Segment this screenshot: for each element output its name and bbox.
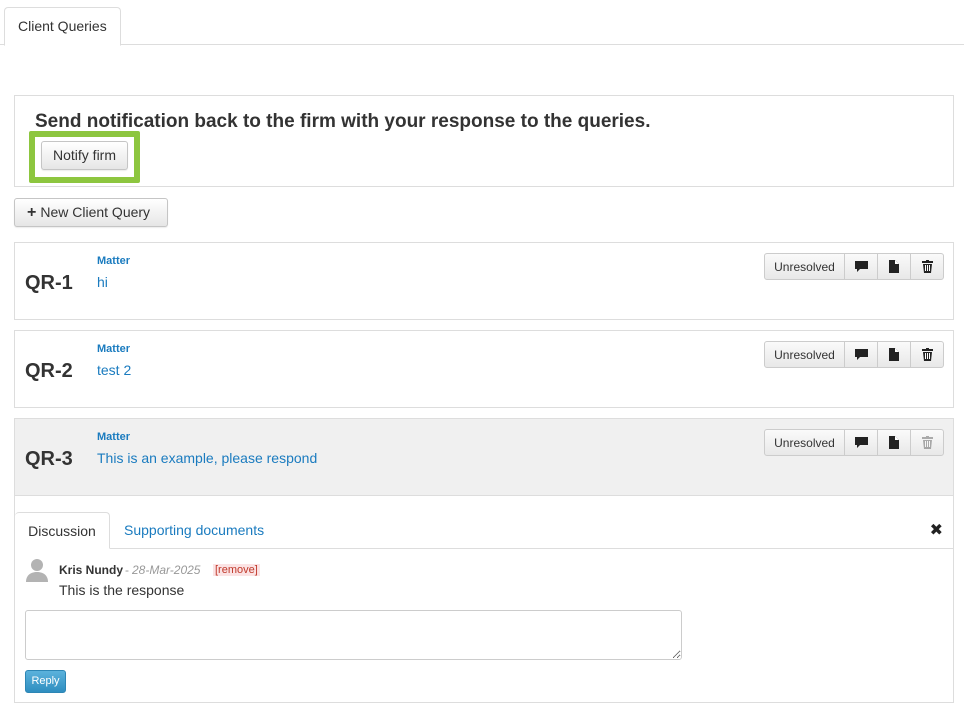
trash-icon[interactable]	[910, 342, 943, 367]
discussion-tab-bar: Discussion Supporting documents	[15, 512, 953, 549]
query-actions: Unresolved	[764, 429, 944, 456]
query-text[interactable]: test 2	[97, 362, 131, 378]
reply-input[interactable]	[25, 610, 682, 660]
query-actions: Unresolved	[764, 253, 944, 280]
notify-panel: Send notification back to the firm with …	[14, 95, 954, 187]
matter-label: Matter	[97, 431, 131, 443]
query-id: QR-1	[25, 272, 73, 294]
reply-button[interactable]: Reply	[25, 670, 66, 693]
new-client-query-label: New Client Query	[40, 204, 151, 220]
comment-icon[interactable]	[844, 342, 877, 367]
comment-date: 28-Mar-2025	[132, 563, 201, 577]
query-row[interactable]: QR-1 Matter hi Unresolved	[14, 242, 954, 320]
query-row-expanded[interactable]: QR-3 Matter This is an example, please r…	[14, 418, 954, 703]
notify-highlight: Notify firm	[29, 131, 140, 183]
query-text[interactable]: hi	[97, 274, 108, 290]
close-icon[interactable]: ✖	[930, 520, 943, 540]
new-client-query-button[interactable]: + New Client Query	[14, 198, 168, 227]
comment-author: Kris Nundy	[59, 563, 124, 577]
query-id: QR-2	[25, 360, 73, 382]
query-row[interactable]: QR-2 Matter test 2 Unresolved	[14, 330, 954, 408]
query-id: QR-3	[25, 448, 73, 470]
comment-text: This is the response	[59, 582, 185, 598]
matter-label: Matter	[97, 255, 131, 267]
trash-icon[interactable]	[910, 254, 943, 279]
plus-icon: +	[27, 204, 37, 221]
tab-client-queries[interactable]: Client Queries	[4, 7, 121, 46]
status-button[interactable]: Unresolved	[765, 430, 844, 455]
comment-icon[interactable]	[844, 254, 877, 279]
document-icon[interactable]	[877, 430, 910, 455]
document-icon[interactable]	[877, 254, 910, 279]
matter-label: Matter	[97, 343, 131, 355]
comment-separator: -	[125, 563, 129, 577]
tab-discussion[interactable]: Discussion	[15, 512, 110, 549]
tab-supporting-documents[interactable]: Supporting documents	[124, 512, 264, 549]
remove-comment-link[interactable]: [remove]	[213, 564, 260, 576]
query-actions: Unresolved	[764, 341, 944, 368]
user-avatar-icon	[25, 558, 49, 582]
status-button[interactable]: Unresolved	[765, 254, 844, 279]
query-header-selected[interactable]: QR-3 Matter This is an example, please r…	[15, 419, 953, 496]
notify-firm-button[interactable]: Notify firm	[41, 141, 128, 170]
query-text[interactable]: This is an example, please respond	[97, 450, 317, 466]
notify-title: Send notification back to the firm with …	[35, 111, 651, 132]
trash-icon	[910, 430, 943, 455]
comment-icon[interactable]	[844, 430, 877, 455]
status-button[interactable]: Unresolved	[765, 342, 844, 367]
document-icon[interactable]	[877, 342, 910, 367]
top-tab-bar: Client Queries	[0, 0, 964, 46]
